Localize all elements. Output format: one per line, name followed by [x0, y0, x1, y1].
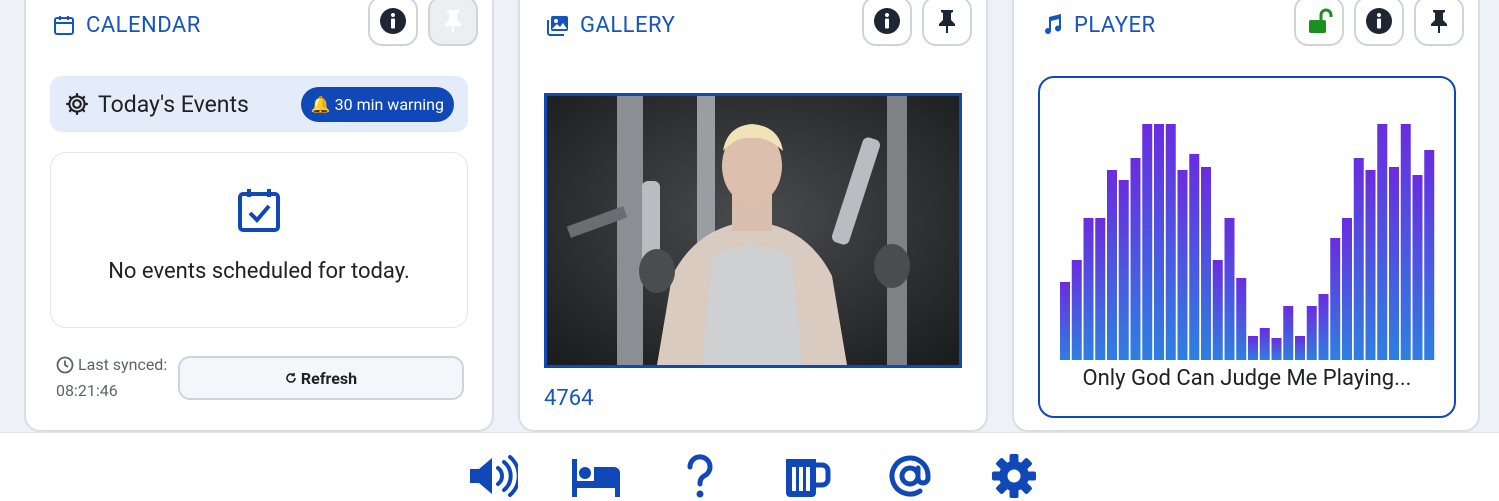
last-synced-label: Last synced:	[78, 355, 168, 374]
visualizer-bar	[1165, 124, 1176, 360]
visualizer-bar	[1189, 154, 1200, 360]
gear-icon	[66, 93, 88, 115]
player-title: PLAYER	[1074, 12, 1156, 38]
empty-message: No events scheduled for today.	[108, 259, 410, 284]
mug-icon	[786, 459, 831, 497]
visualizer-bar	[1107, 170, 1117, 360]
todays-events-bar: Today's Events 🔔 30 min warning	[50, 76, 468, 132]
player-unlock-button[interactable]	[1294, 0, 1344, 46]
visualizer-bar	[1224, 218, 1235, 360]
calendar-info-button[interactable]	[368, 0, 418, 46]
refresh-button[interactable]: Refresh	[178, 356, 464, 400]
help-button[interactable]	[672, 453, 728, 501]
sleep-button[interactable]	[568, 453, 624, 501]
calendar-check-icon	[238, 189, 280, 232]
music-note-icon	[1045, 14, 1062, 35]
settings-icon	[992, 454, 1036, 498]
gallery-info-button[interactable]	[862, 0, 912, 46]
visualizer-bar	[1318, 294, 1329, 360]
events-empty-state: No events scheduled for today.	[50, 152, 468, 328]
visualizer-bar	[1389, 167, 1399, 360]
at-icon	[889, 455, 931, 497]
audio-visualizer[interactable]: Only God Can Judge Me Playing...	[1038, 76, 1456, 418]
sync-status: Last synced: 08:21:46	[56, 352, 167, 404]
calendar-pin-button[interactable]	[428, 0, 478, 46]
visualizer-bar	[1248, 336, 1258, 360]
calendar-title: CALENDAR	[86, 12, 201, 38]
visualizer-bar	[1130, 158, 1141, 360]
visualizer-bar	[1154, 124, 1164, 360]
visualizer-bar	[1236, 278, 1247, 360]
warning-badge[interactable]: 🔔 30 min warning	[300, 86, 454, 122]
player-card: PLAYER Only God Can Judge Me Playing...	[1012, 0, 1480, 432]
bottom-nav	[0, 432, 1499, 501]
visualizer-bar	[1295, 336, 1305, 360]
visualizer-bar	[1424, 150, 1435, 360]
visualizer-bar	[1083, 218, 1094, 360]
visualizer-bar	[1060, 282, 1070, 360]
visualizer-bar	[1330, 238, 1341, 360]
visualizer-bar	[1118, 180, 1129, 360]
visualizer-bar	[1400, 124, 1411, 360]
visualizer-bar	[1201, 167, 1211, 360]
calendar-card: CALENDAR Today's Events 🔔 30 min warning…	[24, 0, 494, 432]
visualizer-bar	[1365, 170, 1376, 360]
gallery-card: GALLERY 4764	[518, 0, 988, 432]
volume-button[interactable]	[464, 453, 520, 501]
refresh-icon	[286, 373, 296, 383]
clock-icon	[56, 356, 74, 374]
visualizer-bar	[1377, 124, 1388, 360]
gallery-title: GALLERY	[580, 12, 676, 38]
refresh-label: Refresh	[300, 368, 358, 388]
info-icon	[874, 8, 900, 34]
visualizer-bar	[1071, 260, 1082, 360]
visualizer-bar	[1095, 218, 1106, 360]
pin-icon	[1431, 10, 1447, 33]
pin-icon	[939, 10, 955, 33]
unlock-icon	[1309, 8, 1333, 33]
bed-icon	[572, 459, 620, 497]
photo-man-at-gym-machine	[547, 96, 959, 365]
visualizer-bar	[1342, 218, 1352, 360]
gallery-photo[interactable]	[544, 93, 962, 368]
visualizer-bar	[1142, 124, 1153, 360]
calendar-header: CALENDAR	[52, 10, 201, 40]
player-pin-button[interactable]	[1414, 0, 1464, 46]
player-header: PLAYER	[1040, 10, 1156, 40]
image-icon	[547, 16, 568, 36]
visualizer-bar	[1212, 260, 1223, 360]
pin-icon	[445, 10, 461, 33]
visualizer-bar	[1177, 170, 1188, 360]
volume-icon	[470, 455, 518, 497]
visualizer-bar	[1306, 306, 1317, 360]
help-icon	[687, 454, 713, 498]
break-button[interactable]	[778, 453, 834, 501]
gallery-header: GALLERY	[546, 10, 675, 40]
todays-events-title: Today's Events	[98, 90, 249, 118]
info-icon	[1366, 8, 1392, 34]
settings-button[interactable]	[986, 453, 1042, 501]
visualizer-bar	[1353, 158, 1364, 360]
info-icon	[380, 8, 406, 34]
visualizer-bar	[1259, 328, 1270, 360]
calendar-icon	[54, 16, 74, 35]
visualizer-bar	[1283, 306, 1294, 360]
player-info-button[interactable]	[1354, 0, 1404, 46]
gallery-pin-button[interactable]	[922, 0, 972, 46]
visualizer-bar	[1412, 175, 1423, 360]
track-title: Only God Can Judge Me Playing...	[1082, 366, 1412, 391]
contact-button[interactable]	[882, 453, 938, 501]
visualizer-bar	[1271, 338, 1282, 360]
last-synced-time: 08:21:46	[56, 381, 118, 400]
photo-id: 4764	[544, 386, 594, 411]
